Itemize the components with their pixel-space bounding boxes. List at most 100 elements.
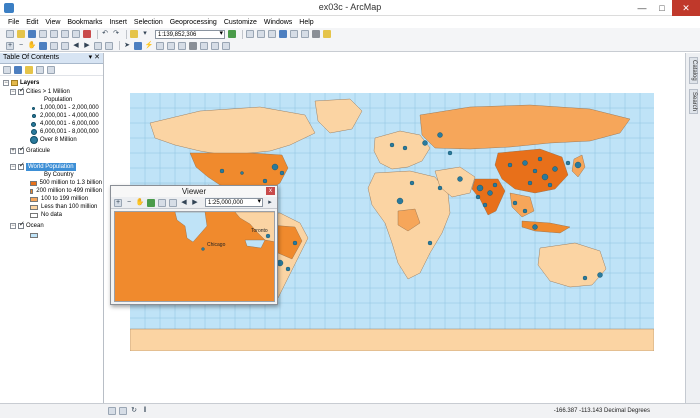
- menu-view[interactable]: View: [45, 19, 60, 26]
- search-tab[interactable]: Search: [689, 89, 698, 115]
- arctoolbox-icon[interactable]: [279, 30, 287, 38]
- toc-pin-close-buttons[interactable]: ▾ ✕: [89, 53, 100, 63]
- list-by-source-icon[interactable]: [14, 65, 22, 74]
- back-arrow-icon[interactable]: ◀: [180, 199, 188, 207]
- undo-icon[interactable]: ↶: [101, 30, 109, 38]
- list-by-visibility-icon[interactable]: [25, 65, 33, 74]
- catalog-tab[interactable]: Catalog: [689, 57, 698, 84]
- delete-icon[interactable]: [83, 30, 91, 38]
- menu-geoprocessing[interactable]: Geoprocessing: [170, 19, 217, 26]
- find-icon[interactable]: [222, 41, 230, 50]
- ocean-layer-row[interactable]: − Ocean: [10, 221, 44, 230]
- hyperlink-icon[interactable]: ⚡: [145, 42, 154, 50]
- menu-bookmarks[interactable]: Bookmarks: [67, 19, 102, 26]
- maximize-button[interactable]: □: [652, 0, 672, 16]
- menu-file[interactable]: File: [8, 19, 19, 26]
- copy-icon[interactable]: [61, 30, 69, 38]
- world-population-layer-row[interactable]: − World Population: [10, 162, 76, 171]
- layers-row[interactable]: − Layers: [3, 79, 39, 87]
- viewer-window[interactable]: Viewer x + − ✋ ◀ ▶ 1:25,000,000 ▸ Chicag…: [110, 185, 278, 305]
- zoom-in-icon[interactable]: +: [114, 198, 122, 207]
- collapse-icon[interactable]: −: [10, 89, 16, 95]
- menu-customize[interactable]: Customize: [224, 19, 257, 26]
- full-extent-icon[interactable]: [147, 198, 155, 207]
- fixed-zoom-out-icon[interactable]: [169, 198, 177, 207]
- editor-toolbar-icon[interactable]: [228, 30, 236, 38]
- list-by-drawing-order-icon[interactable]: [3, 65, 11, 74]
- fixed-zoom-in-icon[interactable]: [158, 198, 166, 207]
- collapse-icon[interactable]: −: [3, 80, 9, 86]
- close-button[interactable]: ✕: [672, 0, 700, 16]
- pan-hand-icon[interactable]: ✋: [28, 42, 37, 50]
- viewer-map[interactable]: Chicago Toronto: [114, 211, 275, 302]
- model-builder-icon[interactable]: [301, 30, 309, 38]
- world-population-layer-label[interactable]: World Population: [26, 163, 76, 171]
- map-scale-combo[interactable]: 1:139,852,306: [155, 29, 225, 39]
- create-viewer-window-icon[interactable]: [211, 41, 219, 50]
- measure-icon[interactable]: [167, 41, 175, 50]
- menu-windows[interactable]: Windows: [264, 19, 292, 26]
- pan-hand-icon[interactable]: ✋: [136, 199, 145, 207]
- zoom-out-icon[interactable]: −: [125, 199, 133, 207]
- forward-arrow-icon[interactable]: ▶: [191, 199, 199, 207]
- catalog-window-icon[interactable]: [257, 30, 265, 38]
- minimize-button[interactable]: —: [632, 0, 652, 16]
- time-slider-icon[interactable]: [200, 41, 208, 50]
- help-icon[interactable]: [312, 30, 320, 38]
- zoom-out-icon[interactable]: −: [17, 42, 25, 50]
- menu-selection[interactable]: Selection: [134, 19, 163, 26]
- print-icon[interactable]: [39, 30, 47, 38]
- paste-icon[interactable]: [72, 30, 80, 38]
- open-folder-icon[interactable]: [17, 30, 25, 38]
- list-by-selection-icon[interactable]: [36, 65, 44, 74]
- new-document-icon[interactable]: [6, 30, 14, 38]
- forward-arrow-icon[interactable]: ▶: [83, 42, 91, 50]
- identify-icon[interactable]: [134, 41, 142, 50]
- fixed-zoom-out-icon[interactable]: [61, 41, 69, 50]
- fixed-zoom-in-icon[interactable]: [50, 41, 58, 50]
- visibility-checkbox[interactable]: [18, 87, 25, 95]
- toolbar-options-icon[interactable]: [323, 30, 331, 38]
- search-window-icon[interactable]: [268, 30, 276, 38]
- class-swatch: [30, 196, 38, 202]
- pause-drawing-icon[interactable]: ‖: [141, 407, 149, 415]
- zoom-in-icon[interactable]: +: [6, 41, 14, 50]
- toronto-label: Toronto: [251, 228, 268, 234]
- cut-icon[interactable]: [50, 30, 58, 38]
- python-window-icon[interactable]: [290, 30, 298, 38]
- refresh-icon[interactable]: ↻: [130, 407, 138, 415]
- graticule-layer-row[interactable]: + Graticule: [10, 146, 50, 155]
- select-features-icon[interactable]: [94, 41, 102, 50]
- collapse-icon[interactable]: −: [10, 223, 16, 229]
- clear-selection-icon[interactable]: [105, 41, 113, 50]
- full-extent-icon[interactable]: [39, 41, 47, 50]
- redo-icon[interactable]: ↷: [112, 30, 120, 38]
- menu-edit[interactable]: Edit: [26, 19, 38, 26]
- expand-icon[interactable]: +: [10, 148, 16, 154]
- save-icon[interactable]: [28, 30, 36, 38]
- data-view-icon[interactable]: [108, 407, 116, 415]
- toc-options-icon[interactable]: [47, 65, 55, 74]
- cities-layer-row[interactable]: − Cities > 1 Million: [10, 87, 70, 96]
- menu-insert[interactable]: Insert: [109, 19, 127, 26]
- viewer-title-bar[interactable]: Viewer x: [111, 186, 277, 197]
- add-data-icon[interactable]: [130, 30, 138, 38]
- html-popup-icon[interactable]: [156, 41, 164, 50]
- menu-help[interactable]: Help: [299, 19, 313, 26]
- chevron-down-icon[interactable]: ▾: [141, 30, 149, 38]
- city-symbol-icon: [31, 121, 36, 127]
- find-route-icon[interactable]: [178, 41, 186, 50]
- viewer-scale-combo[interactable]: 1:25,000,000: [205, 198, 263, 207]
- class-swatch: [30, 188, 34, 194]
- visibility-checkbox[interactable]: [18, 221, 25, 229]
- viewer-menu-arrow-icon[interactable]: ▸: [266, 199, 274, 207]
- layout-view-icon[interactable]: [119, 407, 127, 415]
- viewer-close-button[interactable]: x: [266, 187, 275, 195]
- visibility-checkbox[interactable]: [18, 146, 25, 154]
- back-arrow-icon[interactable]: ◀: [72, 42, 80, 50]
- go-to-xy-icon[interactable]: [189, 41, 197, 50]
- visibility-checkbox[interactable]: [18, 162, 25, 170]
- collapse-icon[interactable]: −: [10, 164, 16, 170]
- select-elements-icon[interactable]: ➤: [123, 42, 131, 50]
- table-of-contents-icon[interactable]: [246, 30, 254, 38]
